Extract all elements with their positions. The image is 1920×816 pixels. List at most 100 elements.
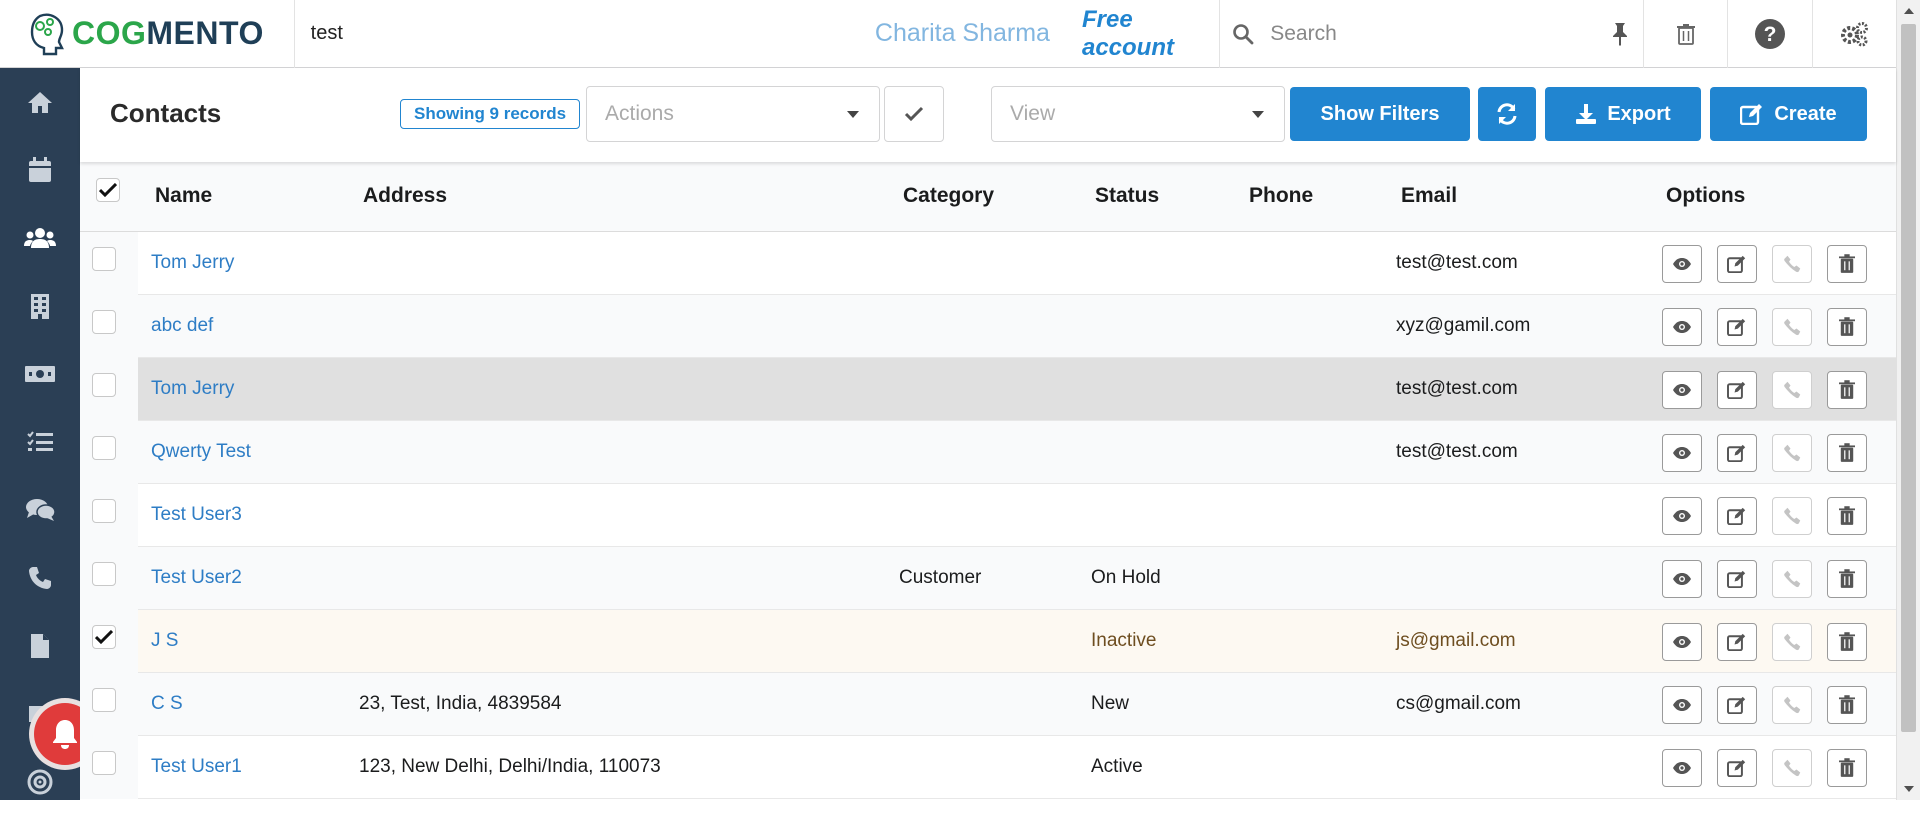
call-contact-button[interactable] <box>1772 623 1812 661</box>
column-header-address[interactable]: Address <box>363 184 447 208</box>
sidebar-item-companies[interactable] <box>0 272 80 340</box>
select-all-checkbox[interactable] <box>96 178 120 202</box>
view-contact-button[interactable] <box>1662 623 1702 661</box>
export-button[interactable]: Export <box>1545 87 1701 141</box>
delete-contact-button[interactable] <box>1827 497 1867 535</box>
view-contact-button[interactable] <box>1662 245 1702 283</box>
contact-name-link[interactable]: Test User1 <box>151 756 242 778</box>
row-checkbox[interactable] <box>92 310 116 334</box>
table-row[interactable]: Tom Jerry test@test.com <box>80 358 1896 421</box>
delete-contact-button[interactable] <box>1827 749 1867 787</box>
scroll-up-arrow[interactable] <box>1904 8 1914 14</box>
call-contact-button[interactable] <box>1772 245 1812 283</box>
edit-contact-button[interactable] <box>1717 749 1757 787</box>
contact-name-link[interactable]: Qwerty Test <box>151 441 251 463</box>
contact-name-link[interactable]: J S <box>151 630 178 652</box>
table-row[interactable]: Test User3 <box>80 484 1896 547</box>
page-scrollbar[interactable] <box>1896 0 1920 800</box>
view-dropdown[interactable]: View <box>991 86 1285 142</box>
call-contact-button[interactable] <box>1772 308 1812 346</box>
contact-name-link[interactable]: Test User3 <box>151 504 242 526</box>
column-header-status[interactable]: Status <box>1095 184 1159 208</box>
contact-email: test@test.com <box>1396 252 1518 273</box>
sidebar-item-cases[interactable] <box>0 476 80 544</box>
row-checkbox[interactable] <box>92 247 116 271</box>
sidebar-item-tasks[interactable] <box>0 408 80 476</box>
view-dropdown-label: View <box>1010 102 1056 125</box>
delete-contact-button[interactable] <box>1827 371 1867 409</box>
row-checkbox[interactable] <box>92 562 116 586</box>
show-filters-button[interactable]: Show Filters <box>1290 87 1470 141</box>
scroll-down-arrow[interactable] <box>1904 786 1914 792</box>
row-checkbox[interactable] <box>92 373 116 397</box>
delete-contact-button[interactable] <box>1827 686 1867 724</box>
table-row[interactable]: Test User2 Customer On Hold <box>80 547 1896 610</box>
sidebar-item-calendar[interactable] <box>0 136 80 204</box>
refresh-button[interactable] <box>1478 87 1536 141</box>
row-checkbox[interactable] <box>92 436 116 460</box>
create-button[interactable]: Create <box>1710 87 1867 141</box>
logo[interactable]: COGMENTO <box>0 0 295 68</box>
contact-name-link[interactable]: abc def <box>151 315 213 337</box>
delete-contact-button[interactable] <box>1827 245 1867 283</box>
view-contact-button[interactable] <box>1662 497 1702 535</box>
delete-contact-button[interactable] <box>1827 308 1867 346</box>
delete-contact-button[interactable] <box>1827 560 1867 598</box>
contact-name-link[interactable]: C S <box>151 693 183 715</box>
edit-contact-button[interactable] <box>1717 686 1757 724</box>
edit-contact-button[interactable] <box>1717 308 1757 346</box>
call-contact-button[interactable] <box>1772 686 1812 724</box>
table-row[interactable]: Qwerty Test test@test.com <box>80 421 1896 484</box>
table-row[interactable]: Test User1 123, New Delhi, Delhi/India, 1… <box>80 736 1896 799</box>
pin-icon[interactable] <box>1611 22 1629 46</box>
search-input[interactable] <box>1270 21 1591 46</box>
edit-contact-button[interactable] <box>1717 245 1757 283</box>
sidebar-item-deals[interactable] <box>0 340 80 408</box>
scroll-thumb[interactable] <box>1901 24 1916 732</box>
actions-dropdown[interactable]: Actions <box>586 86 880 142</box>
call-contact-button[interactable] <box>1772 434 1812 472</box>
view-contact-button[interactable] <box>1662 434 1702 472</box>
call-contact-button[interactable] <box>1772 371 1812 409</box>
edit-contact-button[interactable] <box>1717 497 1757 535</box>
help-button[interactable]: ? <box>1727 0 1811 68</box>
column-header-category[interactable]: Category <box>903 184 994 208</box>
row-checkbox[interactable] <box>92 499 116 523</box>
row-checkbox[interactable] <box>92 625 116 649</box>
delete-contact-button[interactable] <box>1827 623 1867 661</box>
table-row[interactable]: C S 23, Test, India, 4839584 New cs@gmail.c… <box>80 673 1896 736</box>
row-checkbox[interactable] <box>92 751 116 775</box>
delete-contact-button[interactable] <box>1827 434 1867 472</box>
account-type[interactable]: Free account <box>1082 6 1219 62</box>
contact-name-link[interactable]: Test User2 <box>151 567 242 589</box>
call-contact-button[interactable] <box>1772 497 1812 535</box>
contact-name-link[interactable]: Tom Jerry <box>151 378 234 400</box>
view-contact-button[interactable] <box>1662 371 1702 409</box>
apply-action-button[interactable] <box>884 86 944 142</box>
view-contact-button[interactable] <box>1662 308 1702 346</box>
column-header-name[interactable]: Name <box>155 184 212 208</box>
user-name[interactable]: Charita Sharma <box>844 19 1050 48</box>
edit-contact-button[interactable] <box>1717 371 1757 409</box>
view-contact-button[interactable] <box>1662 686 1702 724</box>
sidebar-item-contacts[interactable] <box>0 204 80 272</box>
sidebar-item-calls[interactable] <box>0 544 80 612</box>
edit-contact-button[interactable] <box>1717 623 1757 661</box>
view-contact-button[interactable] <box>1662 560 1702 598</box>
column-header-email[interactable]: Email <box>1401 184 1457 208</box>
view-contact-button[interactable] <box>1662 749 1702 787</box>
settings-button[interactable] <box>1811 0 1896 68</box>
sidebar-item-home[interactable] <box>0 68 80 136</box>
sidebar-item-documents[interactable] <box>0 612 80 680</box>
contact-name-link[interactable]: Tom Jerry <box>151 252 234 274</box>
table-row[interactable]: J S Inactive js@gmail.com <box>80 610 1896 673</box>
call-contact-button[interactable] <box>1772 560 1812 598</box>
call-contact-button[interactable] <box>1772 749 1812 787</box>
edit-contact-button[interactable] <box>1717 434 1757 472</box>
edit-contact-button[interactable] <box>1717 560 1757 598</box>
column-header-phone[interactable]: Phone <box>1249 184 1313 208</box>
table-row[interactable]: Tom Jerry test@test.com <box>80 232 1896 295</box>
trash-button[interactable] <box>1643 0 1727 68</box>
table-row[interactable]: abc def xyz@gamil.com <box>80 295 1896 358</box>
row-checkbox[interactable] <box>92 688 116 712</box>
